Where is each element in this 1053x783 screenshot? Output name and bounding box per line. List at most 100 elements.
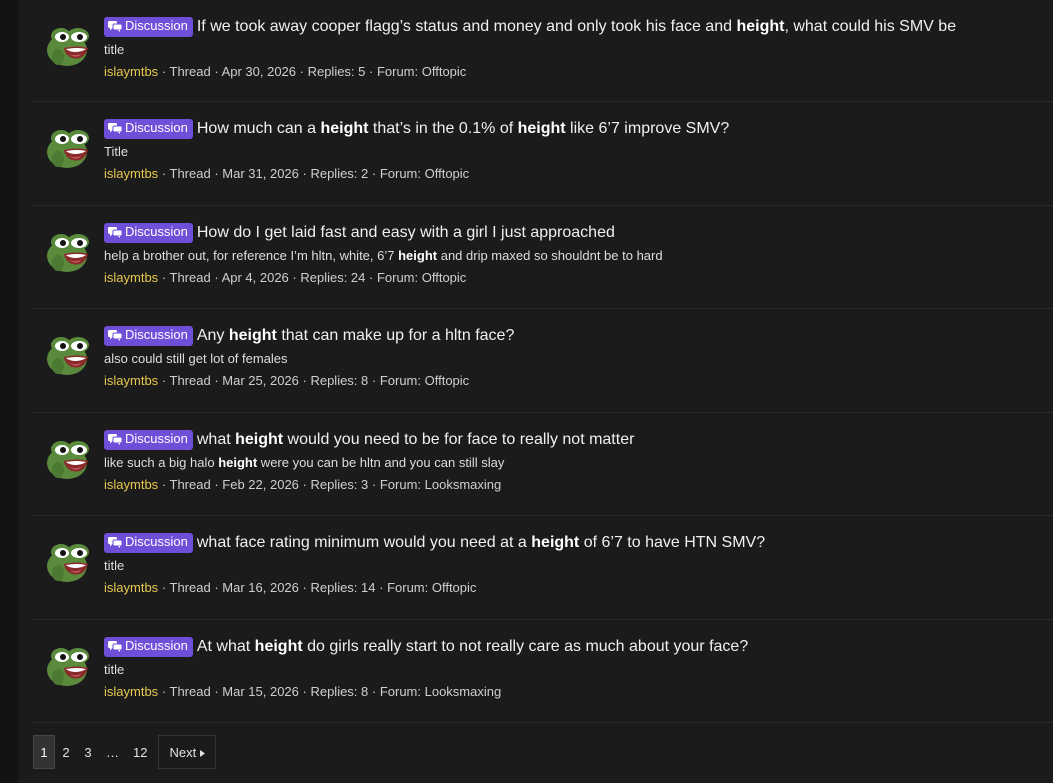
thread-date[interactable]: Mar 15, 2026 bbox=[222, 684, 299, 699]
chat-bubbles-icon bbox=[108, 121, 123, 139]
content-type-label: Thread bbox=[169, 166, 211, 181]
title-text: what face rating minimum would you need … bbox=[196, 534, 532, 551]
page-12-button[interactable]: 12 bbox=[126, 735, 154, 769]
next-page-button[interactable]: Next bbox=[158, 735, 217, 769]
thread-result-row: Discussion what face rating minimum would… bbox=[32, 516, 1053, 620]
title-highlight: height bbox=[235, 430, 284, 448]
content-type-label: Thread bbox=[169, 373, 211, 388]
snippet-highlight: height bbox=[218, 454, 258, 470]
thread-snippet: like such a big halo height were you can… bbox=[104, 454, 1043, 471]
forum-link[interactable]: Forum: Offtopic bbox=[380, 166, 469, 181]
thread-title-link[interactable]: Discussion Any height that can make up fo… bbox=[104, 326, 1043, 346]
meta-separator: · bbox=[288, 269, 301, 285]
content-type-label: Thread bbox=[169, 64, 211, 79]
avatar[interactable] bbox=[44, 123, 94, 173]
snippet-text: were you can be hltn and you can still s… bbox=[257, 454, 505, 470]
discussion-badge: Discussion bbox=[104, 17, 193, 37]
thread-result-row: Discussion Any height that can make up fo… bbox=[32, 309, 1053, 413]
title-text: that’s in the 0.1% of bbox=[368, 120, 518, 137]
forum-link[interactable]: Forum: Looksmaxing bbox=[380, 477, 501, 492]
meta-separator: · bbox=[210, 683, 223, 699]
meta-separator: · bbox=[210, 166, 223, 181]
thread-result-row: Discussion If we took away cooper flagg’s… bbox=[32, 0, 1053, 102]
meta-separator: · bbox=[368, 373, 380, 388]
meta-separator: · bbox=[210, 580, 223, 595]
meta-separator: · bbox=[210, 373, 223, 388]
thread-meta: islaymtbs · Thread · Mar 31, 2026 · Repl… bbox=[104, 165, 1043, 182]
meta-separator: · bbox=[158, 373, 170, 388]
meta-separator: · bbox=[158, 476, 170, 492]
title-highlight: height bbox=[228, 327, 277, 344]
title-highlight: height bbox=[736, 18, 785, 35]
meta-separator: · bbox=[298, 476, 311, 492]
thread-title-link[interactable]: Discussion How much can a height that’s i… bbox=[104, 119, 1043, 139]
username-link[interactable]: islaymtbs bbox=[104, 477, 158, 492]
title-text: like 6’7 improve SMV? bbox=[565, 120, 730, 137]
discussion-badge-label: Discussion bbox=[125, 18, 188, 33]
discussion-badge-label: Discussion bbox=[125, 327, 188, 342]
title-text: do girls really start to not really care… bbox=[302, 637, 749, 655]
discussion-badge-label: Discussion bbox=[125, 430, 188, 446]
username-link[interactable]: islaymtbs bbox=[104, 373, 158, 388]
chat-bubbles-icon bbox=[108, 19, 123, 37]
thread-date[interactable]: Mar 16, 2026 bbox=[222, 580, 299, 595]
thread-title-link[interactable]: Discussion what height would you need to … bbox=[104, 429, 1043, 450]
thread-date[interactable]: Apr 30, 2026 bbox=[222, 64, 296, 79]
meta-separator: · bbox=[368, 683, 380, 699]
meta-separator: · bbox=[210, 64, 222, 79]
avatar[interactable] bbox=[44, 227, 94, 277]
next-page-label: Next bbox=[169, 744, 197, 760]
thread-date[interactable]: Feb 22, 2026 bbox=[222, 477, 299, 492]
snippet-text: like such a big halo bbox=[104, 454, 219, 470]
title-text: At what bbox=[196, 637, 255, 655]
thread-title-link[interactable]: Discussion At what height do girls really… bbox=[104, 636, 1043, 657]
discussion-badge: Discussion bbox=[104, 119, 193, 139]
thread-content: Discussion what height would you need to … bbox=[104, 429, 1043, 493]
thread-title-link[interactable]: Discussion If we took away cooper flagg’s… bbox=[104, 17, 1043, 37]
thread-meta: islaymtbs · Thread · Apr 30, 2026 · Repl… bbox=[104, 63, 1043, 80]
reply-count: Replies: 24 bbox=[300, 269, 366, 285]
meta-separator: · bbox=[158, 64, 170, 79]
discussion-badge: Discussion bbox=[104, 429, 193, 450]
forum-link[interactable]: Forum: Offtopic bbox=[377, 64, 466, 79]
chat-bubbles-icon bbox=[108, 432, 123, 450]
page-1-button[interactable]: 1 bbox=[33, 735, 55, 769]
username-link[interactable]: islaymtbs bbox=[104, 684, 158, 699]
forum-link[interactable]: Forum: Looksmaxing bbox=[380, 684, 501, 699]
avatar[interactable] bbox=[44, 21, 94, 71]
meta-separator: · bbox=[210, 269, 222, 285]
thread-title-link[interactable]: Discussion what face rating minimum would… bbox=[104, 533, 1043, 553]
discussion-badge: Discussion bbox=[104, 326, 193, 346]
avatar[interactable] bbox=[44, 434, 94, 484]
meta-separator: · bbox=[368, 476, 380, 492]
forum-link[interactable]: Forum: Offtopic bbox=[387, 580, 476, 595]
avatar[interactable] bbox=[44, 537, 94, 587]
page-3-button[interactable]: 3 bbox=[77, 735, 99, 769]
reply-count: Replies: 8 bbox=[310, 373, 369, 388]
thread-result-row: Discussion what height would you need to … bbox=[32, 413, 1053, 516]
thread-date[interactable]: Apr 4, 2026 bbox=[222, 270, 289, 285]
page-2-button[interactable]: 2 bbox=[55, 735, 77, 769]
search-results-list: Discussion If we took away cooper flagg’s… bbox=[32, 0, 1053, 723]
avatar[interactable] bbox=[44, 330, 94, 380]
title-text: If we took away cooper flagg’s status an… bbox=[196, 18, 737, 35]
username-link[interactable]: islaymtbs bbox=[104, 64, 158, 79]
discussion-badge-label: Discussion bbox=[125, 223, 188, 239]
title-text: what bbox=[196, 430, 236, 448]
snippet-text: title bbox=[104, 661, 125, 677]
thread-date[interactable]: Mar 31, 2026 bbox=[222, 166, 299, 181]
thread-date[interactable]: Mar 25, 2026 bbox=[222, 373, 299, 388]
meta-separator: · bbox=[296, 64, 308, 79]
username-link[interactable]: islaymtbs bbox=[104, 166, 158, 181]
forum-link[interactable]: Forum: Offtopic bbox=[380, 373, 469, 388]
forum-link[interactable]: Forum: Offtopic bbox=[377, 270, 466, 285]
thread-result-row: Discussion At what height do girls really… bbox=[32, 620, 1053, 723]
snippet-highlight: height bbox=[398, 247, 438, 263]
avatar[interactable] bbox=[44, 641, 94, 691]
username-link[interactable]: islaymtbs bbox=[104, 580, 158, 595]
thread-title-link[interactable]: Discussion How do I get laid fast and eas… bbox=[104, 222, 1043, 243]
thread-meta: islaymtbs · Thread · Mar 16, 2026 · Repl… bbox=[104, 579, 1043, 596]
username-link[interactable]: islaymtbs bbox=[104, 270, 158, 285]
reply-count: Replies: 3 bbox=[310, 476, 369, 492]
meta-separator: · bbox=[375, 580, 388, 595]
